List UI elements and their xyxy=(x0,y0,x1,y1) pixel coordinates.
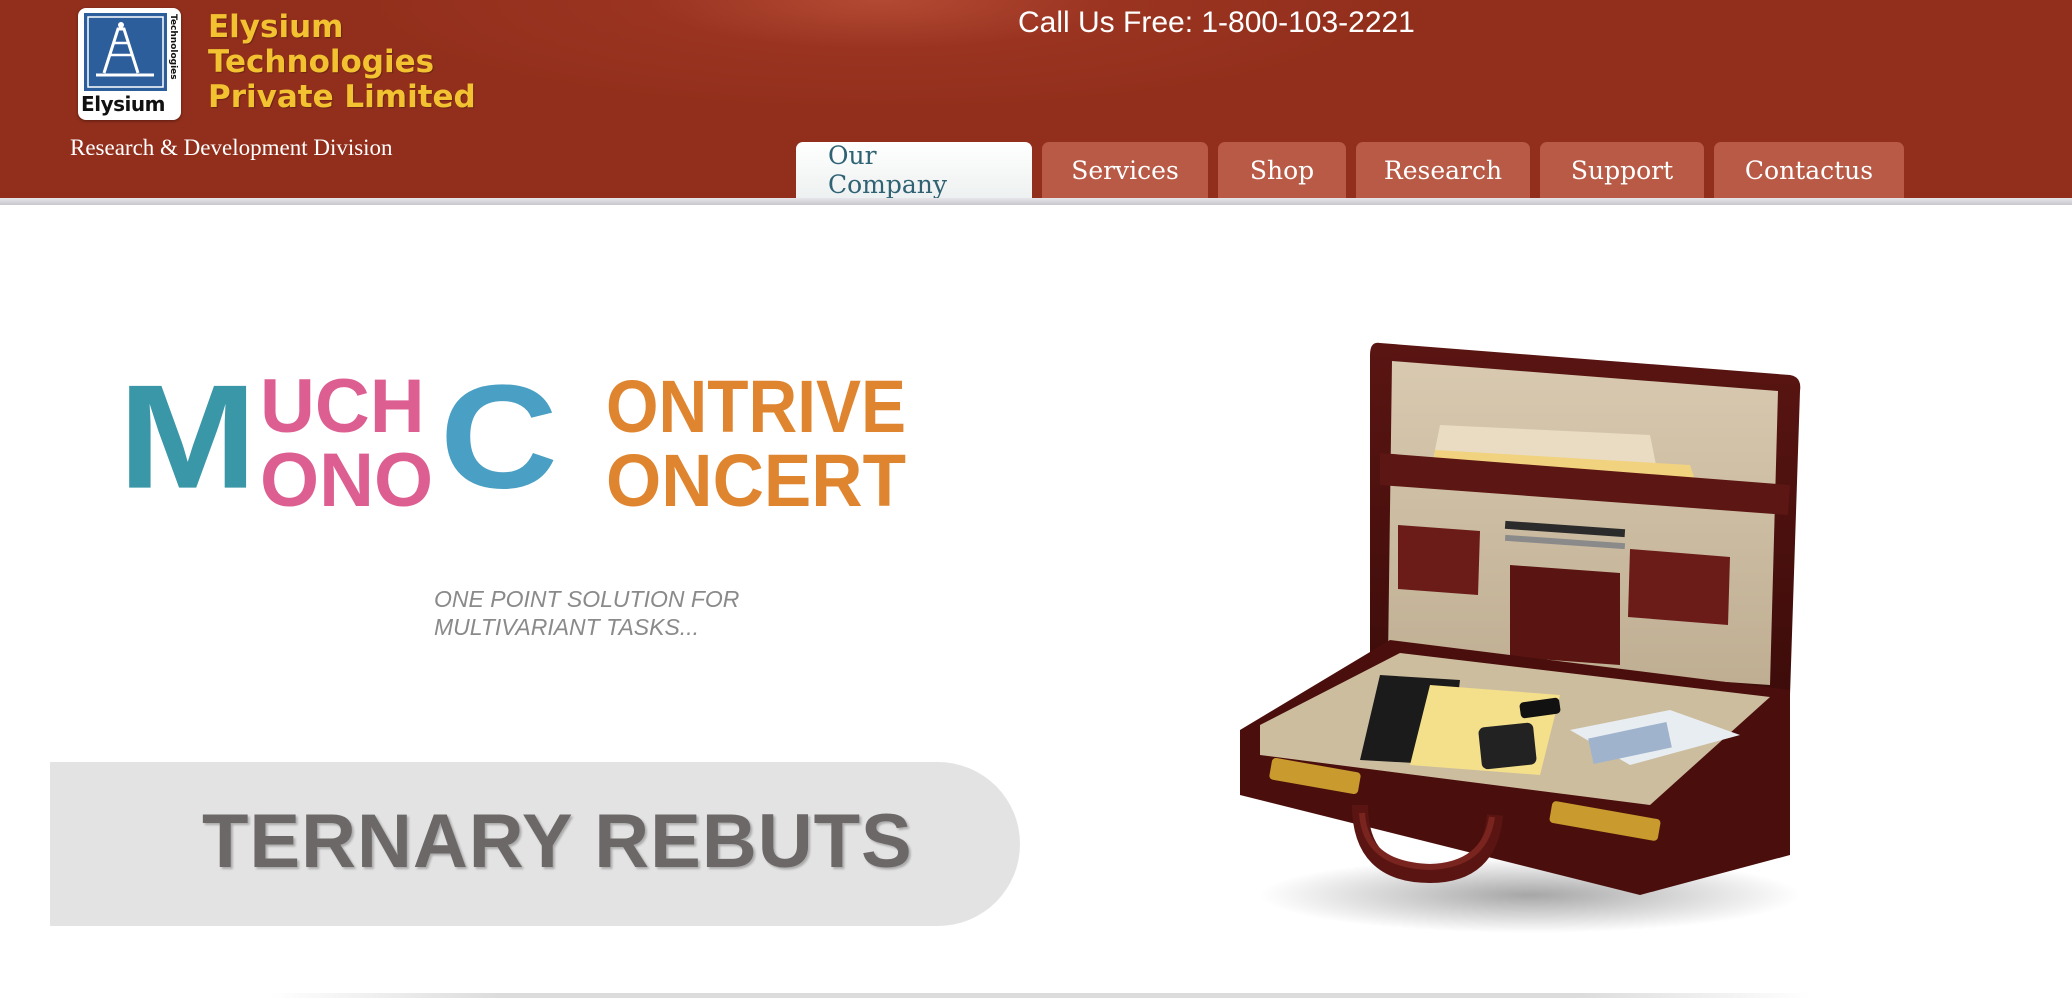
tagline-line: MULTIVARIANT TASKS... xyxy=(434,614,699,640)
company-name: Elysium Technologies Private Limited xyxy=(208,10,476,115)
tab-shop[interactable]: Shop xyxy=(1218,142,1346,198)
logo-line-ono: ONO xyxy=(260,438,433,520)
site-header: Technologies Elysium Elysium Technologie… xyxy=(0,0,2072,199)
footer-divider xyxy=(270,993,1810,998)
logo-side-text: Technologies xyxy=(168,14,178,80)
tab-support[interactable]: Support xyxy=(1540,142,1704,198)
tab-contactus[interactable]: Contactus xyxy=(1714,142,1904,198)
much-mono-contrive-concert-logo: M UCH ONO C ONTRIVE ONCERT xyxy=(118,370,906,520)
briefcase-image xyxy=(1240,342,1801,933)
company-name-line: Elysium xyxy=(208,9,344,45)
company-name-line: Technologies xyxy=(208,44,435,80)
tab-services[interactable]: Services xyxy=(1042,142,1208,198)
header-divider xyxy=(0,198,2072,205)
tagline: ONE POINT SOLUTION FOR MULTIVARIANT TASK… xyxy=(434,585,739,641)
logo-line-oncert: ONCERT xyxy=(606,439,906,520)
tower-logo-icon xyxy=(84,13,167,91)
logo-big-m: M xyxy=(118,370,257,519)
banner-text: TERNARY REBUTS xyxy=(202,799,913,884)
tab-research[interactable]: Research xyxy=(1356,142,1530,198)
company-name-line: Private Limited xyxy=(208,79,476,115)
logo-big-c: C xyxy=(440,370,558,520)
tab-our-company[interactable]: Our Company xyxy=(796,141,1032,199)
tagline-line: ONE POINT SOLUTION FOR xyxy=(434,586,740,612)
division-subtitle: Research & Development Division xyxy=(70,135,393,160)
logo-word: Elysium xyxy=(81,92,165,116)
main-nav: Our Company Services Shop Research Suppo… xyxy=(796,141,1904,199)
phone-number: Call Us Free: 1-800-103-2221 xyxy=(1018,6,1415,39)
logo-line-ontrive: ONTRIVE xyxy=(606,370,906,448)
company-logo[interactable]: Technologies Elysium xyxy=(78,8,181,120)
